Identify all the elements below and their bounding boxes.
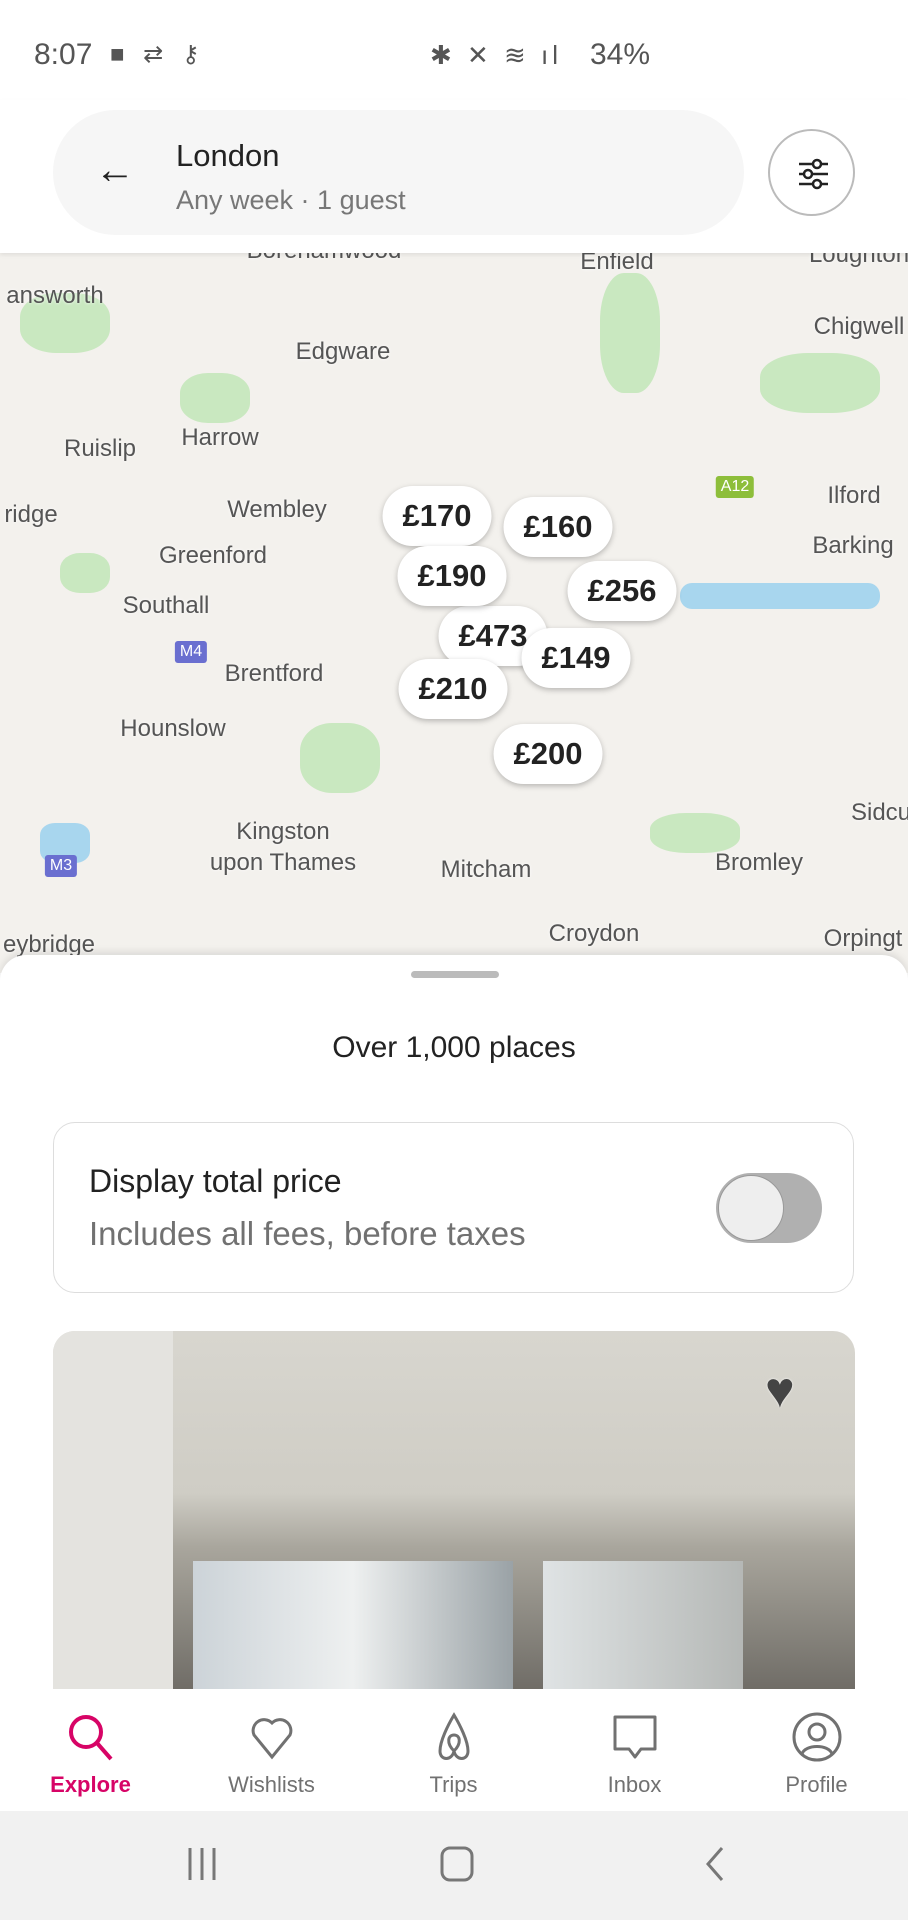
drag-handle[interactable] [411,971,499,978]
profile-icon [792,1712,841,1762]
map[interactable]: Borehamwood Enfield Loughton answorth Edgwar… [0,253,908,973]
notification-icons: ■ ⇄ ⚷ [110,41,206,68]
map-place-label: Ilford [827,482,881,509]
filters-button[interactable] [768,129,855,216]
total-price-card: Display total price Includes all fees, b… [53,1122,854,1293]
price-pin[interactable]: £200 [493,724,603,784]
map-place-label: Enfield [580,253,654,275]
wall [53,1331,173,1691]
tab-wishlists[interactable]: Wishlists [181,1689,362,1811]
map-place-label: Sidcu [850,799,908,826]
window [193,1561,513,1691]
map-place-label: Loughton [808,253,908,268]
tab-label: Wishlists [228,1772,315,1797]
map-place-label: Orpingt [823,925,903,952]
search-header: ← London Any week · 1 guest [0,100,908,253]
price-pin[interactable]: £210 [398,659,508,719]
price-pin[interactable]: £170 [382,486,492,546]
map-place-label: Ruislip [63,435,137,462]
road-badge: M4 [174,641,208,663]
tab-inbox[interactable]: Inbox [544,1689,725,1811]
back-arrow-icon[interactable]: ← [95,148,135,193]
map-place-label: Hounslow [120,715,226,742]
map-place-label: Edgware [295,338,391,365]
toggle-subtitle: Includes all fees, before taxes [89,1215,526,1252]
price-pin[interactable]: £149 [521,628,631,688]
search-icon [68,1715,113,1761]
map-place-label: ridge [4,501,58,528]
system-nav-bar [0,1811,908,1920]
toggle-knob [718,1175,784,1241]
tab-label: Inbox [607,1772,662,1797]
map-place-label: answorth [6,282,104,309]
results-sheet: Over 1,000 places Display total price In… [0,955,908,1695]
total-price-toggle[interactable] [716,1173,822,1243]
airbnb-logo-icon [437,1712,470,1760]
results-count: Over 1,000 places [332,1031,576,1064]
map-place-label: Chigwell [813,313,905,340]
map-place-label: Bromley [714,849,804,876]
heart-icon [251,1718,292,1760]
price-pin[interactable]: £160 [503,497,613,557]
map-place-label: upon Thames [209,849,357,876]
search-pill[interactable]: ← London Any week · 1 guest [53,110,744,235]
search-details: Any week · 1 guest [176,185,406,215]
system-icons: ✱ ✕ ≋ ıl [430,40,563,70]
map-place-label: Mitcham [440,856,532,883]
price-pin[interactable]: £256 [567,561,677,621]
recent-apps-icon[interactable] [185,1844,221,1884]
map-place-label: Kingston [236,818,330,845]
tab-label: Profile [785,1772,848,1797]
tab-trips[interactable]: Trips [363,1689,544,1811]
tab-explore[interactable]: Explore [0,1689,181,1811]
sliders-icon [799,158,828,190]
tab-label: Explore [50,1772,131,1797]
back-icon[interactable] [700,1844,730,1884]
map-place-label: Brentford [224,660,324,687]
search-location: London [176,138,280,173]
price-pin[interactable]: £190 [397,546,507,606]
map-place-label: Southall [122,592,210,619]
tab-label: Trips [429,1772,478,1797]
bottom-nav: Explore Wishlists Trips Inbox Profile [0,1689,908,1811]
map-place-label: Wembley [227,496,327,523]
message-icon [613,1715,656,1759]
map-place-label: Harrow [181,424,259,451]
tab-profile[interactable]: Profile [726,1689,907,1811]
status-bar: 8:07 ■ ⇄ ⚷ ✱ ✕ ≋ ıl 34% [0,0,908,100]
home-icon[interactable] [438,1844,478,1884]
clock: 8:07 [34,38,93,71]
road-badge: M3 [44,855,78,877]
map-place-label: Borehamwood [247,253,402,265]
battery-level: 34% [590,38,651,71]
map-place-label: Greenford [158,542,268,569]
window [543,1561,743,1691]
toggle-title: Display total price [89,1163,342,1199]
map-place-label: Barking [812,532,894,559]
map-place-label: Croydon [548,920,640,947]
wishlist-heart-icon[interactable]: ♥ [765,1361,795,1419]
road-badge: A12 [715,476,755,498]
listing-photo[interactable]: ♥ [53,1331,855,1691]
